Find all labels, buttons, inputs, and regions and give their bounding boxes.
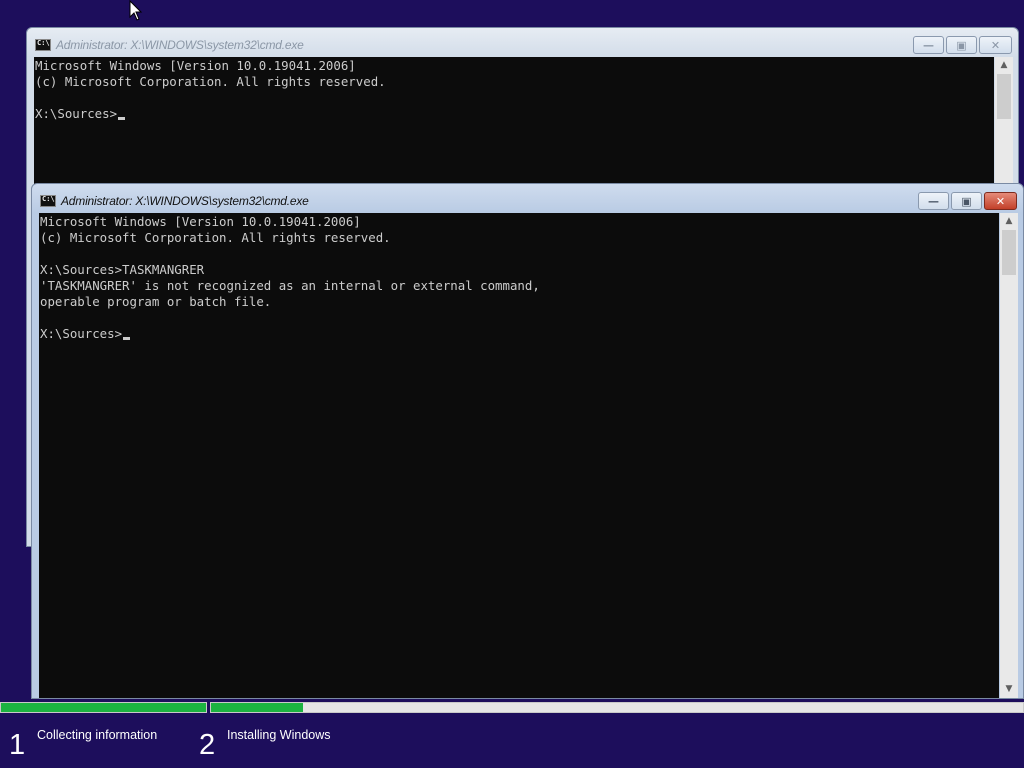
maximize-button[interactable]: ▣ [951,192,982,210]
minimize-button[interactable]: — [918,192,949,210]
scroll-up-arrow-icon[interactable]: ▲ [995,57,1013,74]
text-cursor [123,337,131,340]
console-output[interactable]: Microsoft Windows [Version 10.0.19041.20… [39,213,999,698]
scroll-thumb[interactable] [997,74,1011,119]
maximize-icon: ▣ [961,194,972,208]
close-button[interactable]: ✕ [984,192,1017,210]
mouse-pointer-icon [129,0,143,21]
console-line: X:\Sources>TASKMANGRER [40,262,205,277]
progress-fill [1,703,206,712]
setup-progress-bar [0,701,1024,714]
step-number: 1 [9,729,26,761]
maximize-button[interactable]: ▣ [946,36,977,54]
console-line: operable program or batch file. [40,294,272,309]
console-line: (c) Microsoft Corporation. All rights re… [40,230,391,245]
setup-step-collecting: 1 Collecting information [9,728,157,762]
console-prompt-line: X:\Sources> [39,326,999,342]
maximize-icon: ▣ [956,38,967,52]
caption-buttons: — ▣ ✕ [916,192,1017,210]
step-number: 2 [199,729,216,761]
vertical-scrollbar[interactable]: ▲ ▼ [1000,213,1018,698]
console-line: (c) Microsoft Corporation. All rights re… [35,74,386,89]
minimize-icon: — [923,38,934,52]
text-cursor [118,117,126,120]
scroll-down-arrow-icon[interactable]: ▼ [1000,681,1018,698]
setup-step-installing: 2 Installing Windows [199,728,331,762]
close-icon: ✕ [995,194,1006,208]
progress-segment-collecting [0,702,207,713]
close-icon: ✕ [990,38,1001,52]
minimize-button[interactable]: — [913,36,944,54]
title-bar[interactable]: Administrator: X:\WINDOWS\system32\cmd.e… [32,184,1023,213]
console-prompt: X:\Sources> [40,326,123,341]
cmd-app-icon[interactable] [40,195,56,207]
window-title: Administrator: X:\WINDOWS\system32\cmd.e… [61,194,309,208]
cmd-window-foreground[interactable]: Administrator: X:\WINDOWS\system32\cmd.e… [31,183,1024,699]
console-prompt-line: X:\Sources> [34,106,994,122]
window-title: Administrator: X:\WINDOWS\system32\cmd.e… [56,38,304,52]
console-line: 'TASKMANGRER' is not recognized as an in… [40,278,540,293]
step-label: Collecting information [37,728,158,742]
progress-segment-installing [210,702,1024,713]
minimize-icon: — [928,194,939,208]
step-label: Installing Windows [227,728,331,742]
cmd-app-icon[interactable] [35,39,51,51]
console-line: Microsoft Windows [Version 10.0.19041.20… [40,214,361,229]
caption-buttons: — ▣ ✕ [911,36,1012,54]
console-line: Microsoft Windows [Version 10.0.19041.20… [35,58,356,73]
progress-fill [211,703,303,712]
scroll-up-arrow-icon[interactable]: ▲ [1000,213,1018,230]
close-button[interactable]: ✕ [979,36,1012,54]
title-bar[interactable]: Administrator: X:\WINDOWS\system32\cmd.e… [27,28,1018,57]
scroll-thumb[interactable] [1002,230,1016,275]
console-prompt: X:\Sources> [35,106,118,121]
